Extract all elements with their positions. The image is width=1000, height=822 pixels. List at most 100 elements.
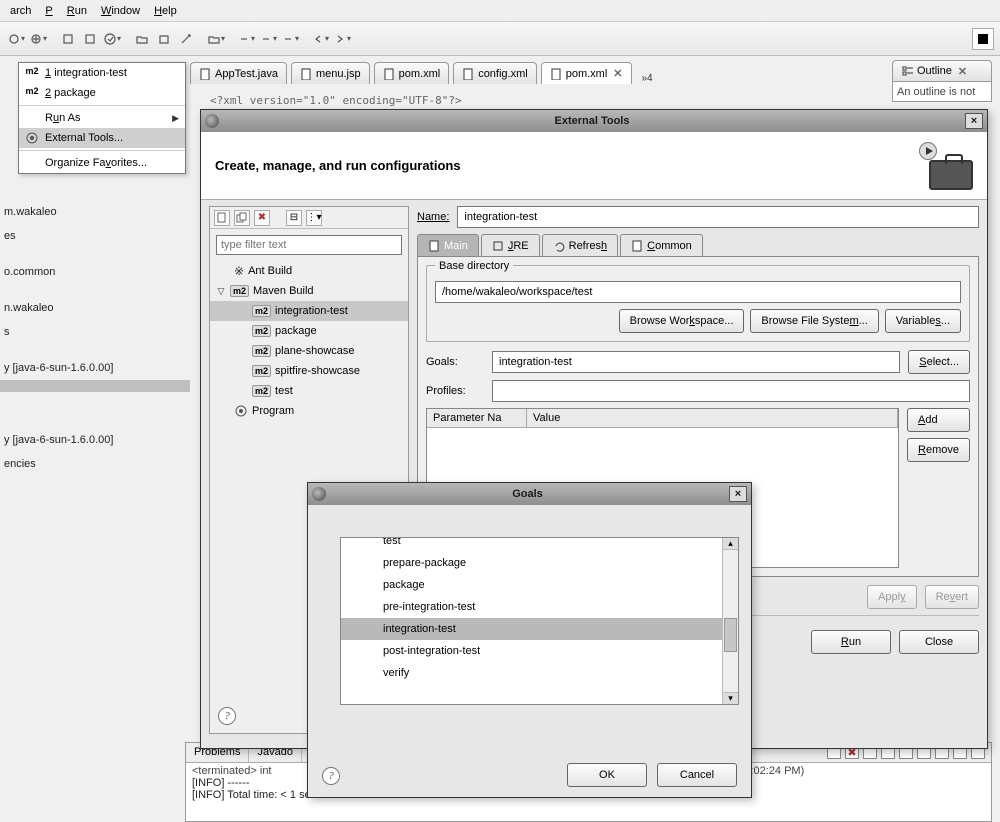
delete-icon[interactable]: ✖ bbox=[254, 210, 270, 226]
tool-btn-1[interactable] bbox=[6, 29, 26, 49]
tool-btn-8[interactable] bbox=[176, 29, 196, 49]
editor-content-line: <?xml version="1.0" encoding="UTF-8"?> bbox=[210, 94, 462, 107]
browse-workspace-button[interactable]: Browse Workspace... bbox=[619, 309, 745, 333]
window-menu-icon[interactable] bbox=[205, 114, 219, 128]
tab-menujsp[interactable]: menu.jsp bbox=[291, 62, 370, 84]
param-col-value[interactable]: Value bbox=[527, 409, 898, 427]
goal-item[interactable]: prepare-package bbox=[341, 552, 722, 574]
ctx-organize-fav[interactable]: Organize Favorites... bbox=[19, 153, 185, 173]
scrollbar[interactable] bbox=[722, 538, 738, 704]
tree-program[interactable]: Program bbox=[210, 401, 408, 421]
tool-btn-3[interactable] bbox=[58, 29, 78, 49]
ctx-run-as[interactable]: Run As▶ bbox=[19, 108, 185, 128]
window-menu-icon[interactable] bbox=[312, 487, 326, 501]
tool-btn-5[interactable] bbox=[102, 29, 122, 49]
ctx-external-tools[interactable]: External Tools... bbox=[19, 128, 185, 148]
left-view-partial: m.wakaleo es o.common n.wakaleo s y [jav… bbox=[0, 200, 190, 476]
goal-item-selected[interactable]: integration-test bbox=[341, 618, 722, 640]
open-folder-icon[interactable] bbox=[132, 29, 152, 49]
tree-plane-showcase[interactable]: m2plane-showcase bbox=[210, 341, 408, 361]
forward-arrow-icon[interactable] bbox=[332, 29, 352, 49]
tab-pom2[interactable]: pom.xml✕ bbox=[541, 62, 632, 84]
tab-config[interactable]: config.xml bbox=[453, 62, 537, 84]
menu-help[interactable]: Help bbox=[148, 3, 183, 19]
ctx-integration-test[interactable]: m21 integration-test bbox=[19, 63, 185, 83]
main-toolbar bbox=[0, 22, 1000, 56]
goals-list[interactable]: test prepare-package package pre-integra… bbox=[340, 537, 739, 705]
browse-filesystem-button[interactable]: Browse File System... bbox=[750, 309, 878, 333]
tool-btn-7[interactable] bbox=[154, 29, 174, 49]
base-directory-group: Base directory Browse Workspace... Brows… bbox=[426, 265, 970, 342]
tab-pom1[interactable]: pom.xml bbox=[374, 62, 450, 84]
tab-refresh[interactable]: Refresh bbox=[542, 234, 619, 256]
back-arrow-icon[interactable] bbox=[310, 29, 330, 49]
collapse-icon[interactable]: ⊟ bbox=[286, 210, 302, 226]
remove-param-button[interactable]: Remove bbox=[907, 438, 970, 462]
goals-titlebar[interactable]: Goals × bbox=[308, 483, 751, 505]
tab-main[interactable]: Main bbox=[417, 234, 479, 256]
basedir-input[interactable] bbox=[435, 281, 961, 303]
menu-run[interactable]: Run bbox=[61, 3, 93, 19]
variables-button[interactable]: Variables... bbox=[885, 309, 961, 333]
run-button[interactable]: Run bbox=[811, 630, 891, 654]
revert-button[interactable]: Revert bbox=[925, 585, 979, 609]
tree-integration-test[interactable]: m2integration-test bbox=[210, 301, 408, 321]
close-button[interactable]: Close bbox=[899, 630, 979, 654]
close-button[interactable]: × bbox=[965, 113, 983, 129]
tree-toolbar: ✖ ⊟ ⋮▾ bbox=[210, 207, 408, 229]
select-goals-button[interactable]: Select... bbox=[908, 350, 970, 374]
perspective-button[interactable] bbox=[972, 28, 994, 50]
goal-item[interactable]: post-integration-test bbox=[341, 640, 722, 662]
menu-window[interactable]: Window bbox=[95, 3, 146, 19]
outline-body: An outline is not bbox=[892, 82, 992, 102]
help-icon[interactable]: ? bbox=[322, 767, 340, 785]
help-icon[interactable]: ? bbox=[218, 707, 236, 725]
close-icon[interactable]: ✕ bbox=[958, 65, 967, 78]
close-button[interactable]: × bbox=[729, 486, 747, 502]
tool-btn-11[interactable] bbox=[258, 29, 278, 49]
goal-item[interactable]: package bbox=[341, 574, 722, 596]
duplicate-icon[interactable] bbox=[234, 210, 250, 226]
scroll-thumb[interactable] bbox=[724, 618, 737, 652]
goals-input[interactable] bbox=[492, 351, 900, 373]
menu-project[interactable]: P bbox=[39, 3, 58, 19]
menu-separator bbox=[19, 105, 185, 106]
profiles-input[interactable] bbox=[492, 380, 970, 402]
outline-tab[interactable]: Outline✕ bbox=[892, 60, 992, 82]
apply-button[interactable]: Apply bbox=[867, 585, 917, 609]
name-input[interactable] bbox=[457, 206, 979, 228]
param-col-name[interactable]: Parameter Na bbox=[427, 409, 527, 427]
tool-btn-12[interactable] bbox=[280, 29, 300, 49]
tab-common[interactable]: Common bbox=[620, 234, 703, 256]
filter-icon[interactable]: ⋮▾ bbox=[306, 210, 322, 226]
banner-text: Create, manage, and run configurations bbox=[215, 158, 461, 173]
ctx-package[interactable]: m22 package bbox=[19, 83, 185, 103]
close-icon[interactable]: ✕ bbox=[613, 67, 622, 80]
tab-apptest[interactable]: AppTest.java bbox=[190, 62, 287, 84]
tree-ant[interactable]: ※Ant Build bbox=[210, 261, 408, 281]
tabs-overflow[interactable]: »4 bbox=[636, 73, 659, 84]
goal-item[interactable]: pre-integration-test bbox=[341, 596, 722, 618]
cancel-button[interactable]: Cancel bbox=[657, 763, 737, 787]
filter-input[interactable] bbox=[216, 235, 402, 255]
tool-btn-2[interactable] bbox=[28, 29, 48, 49]
tool-btn-4[interactable] bbox=[80, 29, 100, 49]
goal-item[interactable]: test bbox=[341, 538, 722, 552]
briefcase-icon bbox=[929, 160, 973, 190]
menu-search[interactable]: arch bbox=[4, 3, 37, 19]
tool-btn-9[interactable] bbox=[206, 29, 226, 49]
add-param-button[interactable]: Add bbox=[907, 408, 970, 432]
new-config-icon[interactable] bbox=[214, 210, 230, 226]
tree-maven[interactable]: ▽m2Maven Build bbox=[210, 281, 408, 301]
tree-test[interactable]: m2test bbox=[210, 381, 408, 401]
tree-package[interactable]: m2package bbox=[210, 321, 408, 341]
ok-button[interactable]: OK bbox=[567, 763, 647, 787]
dialog-titlebar[interactable]: External Tools × bbox=[201, 110, 987, 132]
play-icon bbox=[919, 142, 937, 160]
tab-jre[interactable]: ​JRE bbox=[481, 234, 540, 256]
tool-btn-10[interactable] bbox=[236, 29, 256, 49]
basedir-legend: Base directory bbox=[435, 260, 513, 272]
goal-item[interactable]: verify bbox=[341, 662, 722, 684]
config-tree: ※Ant Build ▽m2Maven Build m2integration-… bbox=[210, 261, 408, 421]
tree-spitfire-showcase[interactable]: m2spitfire-showcase bbox=[210, 361, 408, 381]
